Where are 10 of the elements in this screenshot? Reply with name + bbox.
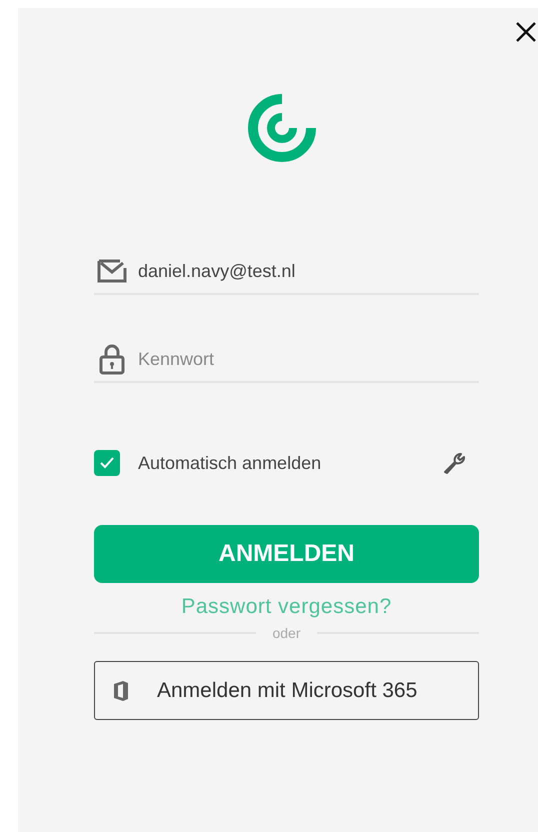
checkbox[interactable] xyxy=(94,450,120,476)
mail-icon xyxy=(96,258,128,284)
email-field[interactable]: daniel.navy@test.nl xyxy=(138,260,479,282)
office-icon xyxy=(113,680,129,702)
password-field[interactable]: Kennwort xyxy=(138,348,479,370)
wrench-icon[interactable] xyxy=(441,450,467,476)
microsoft-login-button[interactable]: Anmelden mit Microsoft 365 xyxy=(94,661,479,720)
auto-login-label: Automatisch anmelden xyxy=(138,452,322,474)
divider-label: oder xyxy=(271,625,302,641)
close-icon[interactable] xyxy=(515,21,537,43)
